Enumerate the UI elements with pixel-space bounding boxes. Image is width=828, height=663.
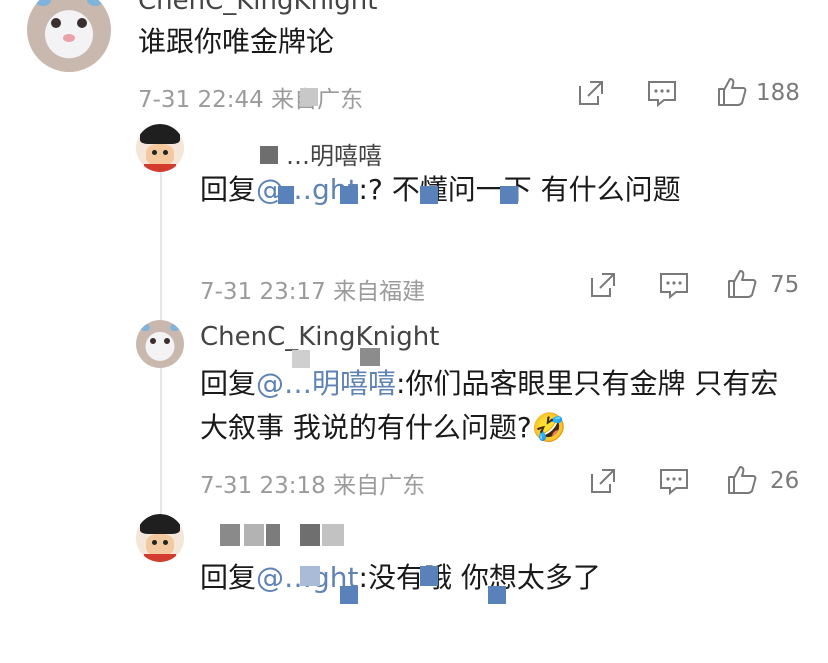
comment-icon[interactable] [658, 270, 690, 300]
thumbs-up-icon[interactable] [716, 76, 748, 108]
mosaic [300, 88, 318, 106]
username[interactable]: ChenC_KingKnight [138, 0, 377, 16]
mosaic [420, 186, 438, 204]
comment-time: 7-31 23:18 来自广东 [200, 473, 426, 499]
mention-link[interactable]: @…明嘻嘻 [256, 367, 396, 400]
mosaic [488, 586, 506, 604]
mosaic [300, 524, 320, 546]
avatar[interactable] [136, 124, 184, 172]
rofl-emoji-icon: 🤣 [531, 411, 567, 444]
avatar[interactable] [27, 0, 111, 72]
mosaic [420, 566, 438, 586]
comment-time: 7-31 22:44 来自广东 [138, 87, 363, 113]
mosaic [500, 186, 518, 204]
thumbs-up-icon[interactable] [726, 464, 758, 496]
like-count: 75 [770, 272, 800, 298]
like-count: 26 [770, 468, 800, 494]
username[interactable]: ChenC_KingKnight [200, 322, 439, 352]
comment-text: 回复@…明嘻嘻:你们品客眼里只有金牌 只有宏大叙事 我说的有什么问题?🤣 [200, 367, 779, 444]
avatar[interactable] [136, 514, 184, 562]
mosaic [278, 186, 294, 204]
mosaic [340, 586, 358, 604]
mosaic [322, 524, 344, 546]
share-icon[interactable] [588, 466, 618, 496]
like-count: 188 [756, 80, 800, 106]
mosaic [244, 524, 264, 546]
comment-icon[interactable] [658, 466, 690, 496]
mosaic [260, 146, 278, 164]
thumbs-up-icon[interactable] [726, 268, 758, 300]
avatar[interactable] [136, 320, 184, 368]
mosaic [220, 524, 240, 546]
mosaic [266, 524, 280, 546]
mosaic [300, 566, 320, 586]
username[interactable]: …明嘻嘻 [286, 136, 382, 171]
comment-text: 谁跟你唯金牌论 [138, 25, 335, 58]
comment-time: 7-31 23:17 来自福建 [200, 279, 426, 305]
comment-icon[interactable] [646, 78, 678, 108]
share-icon[interactable] [588, 270, 618, 300]
mosaic [340, 186, 358, 204]
share-icon[interactable] [576, 78, 606, 108]
